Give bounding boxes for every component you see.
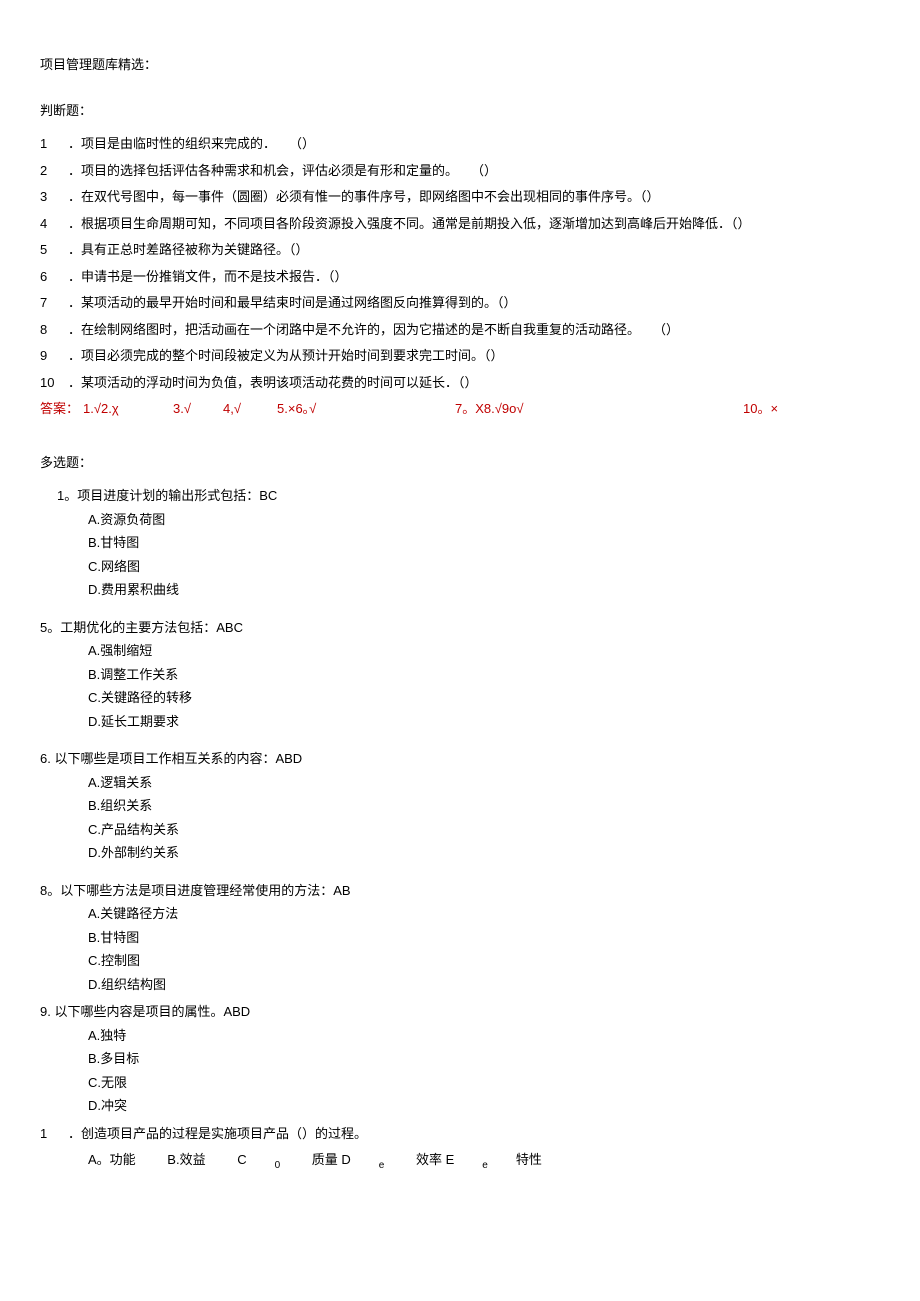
page-title: 项目管理题库精选： xyxy=(40,55,880,75)
tf-num: 9 xyxy=(40,346,68,366)
tf-item: 1．项目是由临时性的组织来完成的． （） xyxy=(40,134,880,154)
answer-label: 答案： xyxy=(40,399,79,419)
tf-item: 7．某项活动的最早开始时间和最早结束时间是通过网络图反向推算得到的。（） xyxy=(40,293,880,313)
answer-spacer xyxy=(337,399,455,419)
tf-text: ．在双代号图中，每一事件（圆圈）必须有惟一的事件序号，即网络图中不会出现相同的事… xyxy=(68,187,880,207)
multichoice-header: 多选题： xyxy=(40,453,880,473)
answer-5-6: 5.×6｡√ xyxy=(277,399,337,419)
mc-option: B.甘特图 xyxy=(40,533,880,553)
mc-option: C.网络图 xyxy=(40,557,880,577)
mc-question-final: 1 ．创造项目产品的过程是实施项目产品（）的过程。 A。功能 B.效益 C0 质… xyxy=(40,1124,880,1173)
mc-stem: 8。以下哪些方法是项目进度管理经常使用的方法：AB xyxy=(40,881,880,901)
mc-text: ．创造项目产品的过程是实施项目产品（）的过程。 xyxy=(68,1124,880,1144)
mc-option: D.冲突 xyxy=(40,1096,880,1116)
tf-text: ．某项活动的浮动时间为负值，表明该项活动花费的时间可以延长．（） xyxy=(68,373,880,393)
tf-text: ．根据项目生命周期可知，不同项目各阶段资源投入强度不同。通常是前期投入低，逐渐增… xyxy=(68,214,880,234)
mc-inline-options: A。功能 B.效益 C0 质量 De 效率 Ee特性 xyxy=(40,1150,880,1173)
answer-spacer xyxy=(585,399,743,419)
tf-text: ．项目的选择包括评估各种需求和机会，评估必须是有形和定量的。 （） xyxy=(68,161,880,181)
mc-stem: 5。工期优化的主要方法包括：ABC xyxy=(40,618,880,638)
mc-option: B.调整工作关系 xyxy=(40,665,880,685)
mc-option: B.组织关系 xyxy=(40,796,880,816)
mc-option: C.产品结构关系 xyxy=(40,820,880,840)
truefalse-list: 1．项目是由临时性的组织来完成的． （） 2．项目的选择包括评估各种需求和机会，… xyxy=(40,134,880,392)
tf-num: 10 xyxy=(40,373,68,393)
answer-3: 3.√ xyxy=(173,399,223,419)
mc-num: 1 xyxy=(40,1124,68,1144)
mc-option: D.组织结构图 xyxy=(40,975,880,995)
mc-option: C.无限 xyxy=(40,1073,880,1093)
mc-option: A.独特 xyxy=(40,1026,880,1046)
tf-num: 1 xyxy=(40,134,68,154)
mc-option-cde: C0 质量 De 效率 Ee特性 xyxy=(237,1152,570,1167)
mc-option: D.外部制约关系 xyxy=(40,843,880,863)
tf-num: 6 xyxy=(40,267,68,287)
mc-option: A.强制缩短 xyxy=(40,641,880,661)
answer-spacer xyxy=(535,399,585,419)
tf-item: 5．具有正总时差路径被称为关键路径。（） xyxy=(40,240,880,260)
tf-item: 8．在绘制网络图时，把活动画在一个闭路中是不允许的，因为它描述的是不断自我重复的… xyxy=(40,320,880,340)
mc-option: A.资源负荷图 xyxy=(40,510,880,530)
mc-stem: 6. 以下哪些是项目工作相互关系的内容：ABD xyxy=(40,749,880,769)
tf-item: 4．根据项目生命周期可知，不同项目各阶段资源投入强度不同。通常是前期投入低，逐渐… xyxy=(40,214,880,234)
tf-answer-line: 答案： 1.√2.χ 3.√ 4,√ 5.×6｡√ 7。X8.√9o√ 10。× xyxy=(40,399,880,419)
tf-item: 10．某项活动的浮动时间为负值，表明该项活动花费的时间可以延长．（） xyxy=(40,373,880,393)
tf-text: ．项目必须完成的整个时间段被定义为从预计开始时间到要求完工时间。（） xyxy=(68,346,880,366)
tf-item: 2．项目的选择包括评估各种需求和机会，评估必须是有形和定量的。 （） xyxy=(40,161,880,181)
mc-option-a: A。功能 xyxy=(88,1152,136,1167)
mc-option: D.延长工期要求 xyxy=(40,712,880,732)
tf-text: ．具有正总时差路径被称为关键路径。（） xyxy=(68,240,880,260)
tf-num: 3 xyxy=(40,187,68,207)
multichoice-section: 多选题： 1。项目进度计划的输出形式包括：BC A.资源负荷图 B.甘特图 C.… xyxy=(40,453,880,1173)
answer-1-2: 1.√2.χ xyxy=(83,399,173,419)
mc-question: 9. 以下哪些内容是项目的属性。ABD A.独特 B.多目标 C.无限 D.冲突 xyxy=(40,1002,880,1116)
mc-option: C.关键路径的转移 xyxy=(40,688,880,708)
mc-stem: 1。项目进度计划的输出形式包括：BC xyxy=(40,486,880,506)
answer-10: 10。× xyxy=(743,399,778,419)
answer-4: 4,√ xyxy=(223,399,277,419)
mc-option: C.控制图 xyxy=(40,951,880,971)
tf-item: 9．项目必须完成的整个时间段被定义为从预计开始时间到要求完工时间。（） xyxy=(40,346,880,366)
mc-question: 8。以下哪些方法是项目进度管理经常使用的方法：AB A.关键路径方法 B.甘特图… xyxy=(40,881,880,995)
mc-question: 1。项目进度计划的输出形式包括：BC A.资源负荷图 B.甘特图 C.网络图 D… xyxy=(40,486,880,600)
tf-item: 3．在双代号图中，每一事件（圆圈）必须有惟一的事件序号，即网络图中不会出现相同的… xyxy=(40,187,880,207)
mc-option: A.关键路径方法 xyxy=(40,904,880,924)
tf-text: ．某项活动的最早开始时间和最早结束时间是通过网络图反向推算得到的。（） xyxy=(68,293,880,313)
mc-option: D.费用累积曲线 xyxy=(40,580,880,600)
truefalse-header: 判断题： xyxy=(40,101,880,121)
tf-text: ．申请书是一份推销文件，而不是技术报告．（） xyxy=(68,267,880,287)
tf-num: 4 xyxy=(40,214,68,234)
mc-option: A.逻辑关系 xyxy=(40,773,880,793)
tf-text: ．在绘制网络图时，把活动画在一个闭路中是不允许的，因为它描述的是不断自我重复的活… xyxy=(68,320,880,340)
mc-question: 6. 以下哪些是项目工作相互关系的内容：ABD A.逻辑关系 B.组织关系 C.… xyxy=(40,749,880,863)
tf-num: 5 xyxy=(40,240,68,260)
mc-question: 5。工期优化的主要方法包括：ABC A.强制缩短 B.调整工作关系 C.关键路径… xyxy=(40,618,880,732)
tf-num: 8 xyxy=(40,320,68,340)
tf-num: 2 xyxy=(40,161,68,181)
tf-item: 6．申请书是一份推销文件，而不是技术报告．（） xyxy=(40,267,880,287)
tf-num: 7 xyxy=(40,293,68,313)
mc-stem: 9. 以下哪些内容是项目的属性。ABD xyxy=(40,1002,880,1022)
truefalse-section: 判断题： 1．项目是由临时性的组织来完成的． （） 2．项目的选择包括评估各种需… xyxy=(40,101,880,419)
answer-7-9: 7。X8.√9o√ xyxy=(455,399,535,419)
mc-option-b: B.效益 xyxy=(167,1152,205,1167)
mc-stem: 1 ．创造项目产品的过程是实施项目产品（）的过程。 xyxy=(40,1124,880,1144)
mc-option: B.多目标 xyxy=(40,1049,880,1069)
mc-option: B.甘特图 xyxy=(40,928,880,948)
tf-text: ．项目是由临时性的组织来完成的． （） xyxy=(68,134,880,154)
